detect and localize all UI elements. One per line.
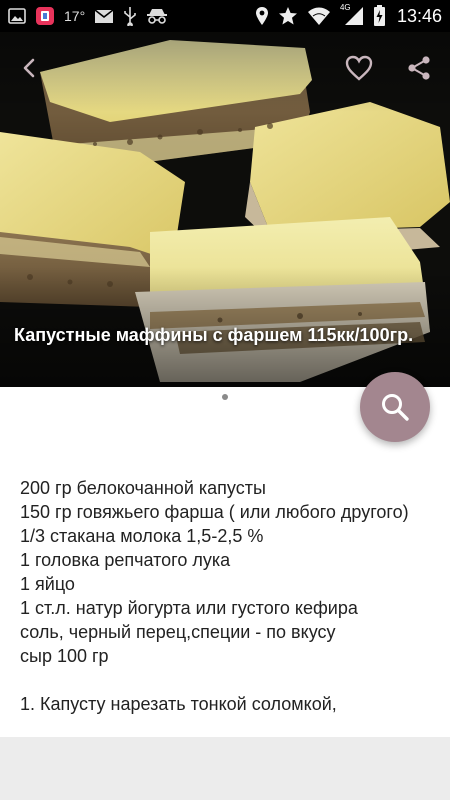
search-icon: [382, 394, 409, 421]
recipe-line: 1 головка репчатого лука: [20, 550, 231, 570]
recipe-line: 1 яйцо: [20, 574, 75, 594]
recipe-blank-line: [20, 668, 426, 692]
favorite-heart-icon: [345, 55, 373, 81]
gallery-icon: [8, 8, 26, 24]
bottom-empty-area: [0, 737, 450, 800]
recipe-line: 150 гр говяжьего фарша ( или любого друг…: [20, 502, 409, 522]
signal-icon: 4G: [339, 3, 364, 26]
temperature-text: 17°: [64, 8, 86, 24]
app-icon: [35, 6, 55, 26]
recipe-line: 200 гр белокочанной капусты: [20, 478, 266, 498]
status-bar: 17° 4G 13:46: [0, 0, 450, 32]
back-arrow-icon: [23, 58, 35, 78]
mail-icon: [94, 8, 114, 24]
back-button[interactable]: [12, 50, 48, 86]
recipe-hero-image: Капустные маффины с фаршем 115кк/100гр.: [0, 32, 450, 387]
star-icon: [278, 6, 298, 26]
incognito-icon: [146, 8, 168, 24]
recipe-ingredients-text: 200 гр белокочанной капусты 150 гр говяж…: [20, 476, 426, 716]
battery-icon: [373, 5, 386, 27]
recipe-line: 1. Капусту нарезать тонкой соломкой,: [20, 694, 337, 714]
share-button[interactable]: [401, 50, 437, 86]
recipe-line: 1 ст.л. натур йогурта или густого кефира: [20, 598, 358, 618]
favorite-button[interactable]: [341, 50, 377, 86]
recipe-line: соль, черный перец,специи - по вкусу: [20, 622, 336, 642]
recipe-line: 1/3 стакана молока 1,5-2,5 %: [20, 526, 264, 546]
recipe-title: Капустные маффины с фаршем 115кк/100гр.: [14, 325, 414, 345]
pager-indicator-dot: [222, 394, 228, 400]
location-icon: [255, 6, 269, 26]
search-fab-button[interactable]: [360, 372, 430, 442]
usb-icon: [123, 6, 137, 26]
clock-text: 13:46: [396, 5, 442, 26]
wifi-icon: [307, 7, 331, 25]
share-icon: [408, 56, 430, 80]
recipe-line: сыр 100 гр: [20, 646, 109, 666]
network-label: 4G: [339, 3, 351, 12]
